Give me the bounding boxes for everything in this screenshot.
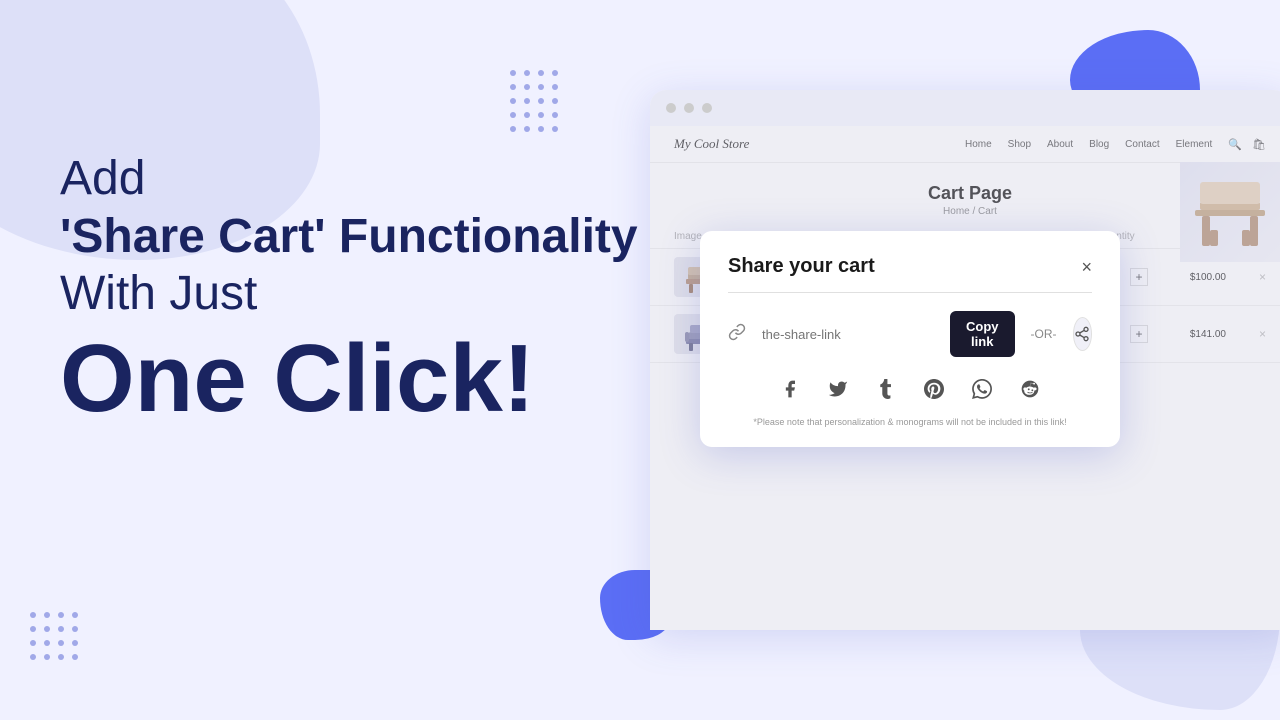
modal-title: Share your cart xyxy=(728,255,875,278)
headline-line4: One Click! xyxy=(60,331,638,427)
social-icons-row xyxy=(728,373,1092,405)
copy-link-button[interactable]: Copy link xyxy=(950,311,1015,357)
modal-note: *Please note that personalization & mono… xyxy=(728,417,1092,427)
headline-line2: 'Share Cart' Functionality xyxy=(60,208,638,266)
browser-dot-green xyxy=(702,103,712,113)
link-icon xyxy=(728,323,746,346)
reddit-share-button[interactable] xyxy=(1014,373,1046,405)
browser-bar xyxy=(650,90,1280,126)
headline-line3: With Just xyxy=(60,265,638,323)
or-divider: -OR- xyxy=(1031,327,1057,341)
pinterest-share-button[interactable] xyxy=(918,373,950,405)
browser-content: My Cool Store Home Shop About Blog Conta… xyxy=(650,126,1280,630)
modal-header: Share your cart × xyxy=(728,255,1092,278)
dots-top-decoration xyxy=(510,70,558,132)
modal-close-button[interactable]: × xyxy=(1081,258,1092,276)
tumblr-share-button[interactable] xyxy=(870,373,902,405)
facebook-share-button[interactable] xyxy=(774,373,806,405)
modal-divider xyxy=(728,292,1092,293)
browser-mockup: My Cool Store Home Shop About Blog Conta… xyxy=(650,90,1280,630)
browser-dot-yellow xyxy=(684,103,694,113)
share-options-button[interactable] xyxy=(1073,317,1093,351)
left-content: Add 'Share Cart' Functionality With Just… xyxy=(60,150,638,427)
whatsapp-share-button[interactable] xyxy=(966,373,998,405)
browser-dot-red xyxy=(666,103,676,113)
share-link-input[interactable] xyxy=(758,321,942,348)
dots-bottom-decoration xyxy=(30,612,78,660)
headline-line1: Add xyxy=(60,150,638,208)
twitter-share-button[interactable] xyxy=(822,373,854,405)
share-link-row: Copy link -OR- xyxy=(728,311,1092,357)
share-cart-modal: Share your cart × Copy link -OR- xyxy=(700,231,1120,447)
